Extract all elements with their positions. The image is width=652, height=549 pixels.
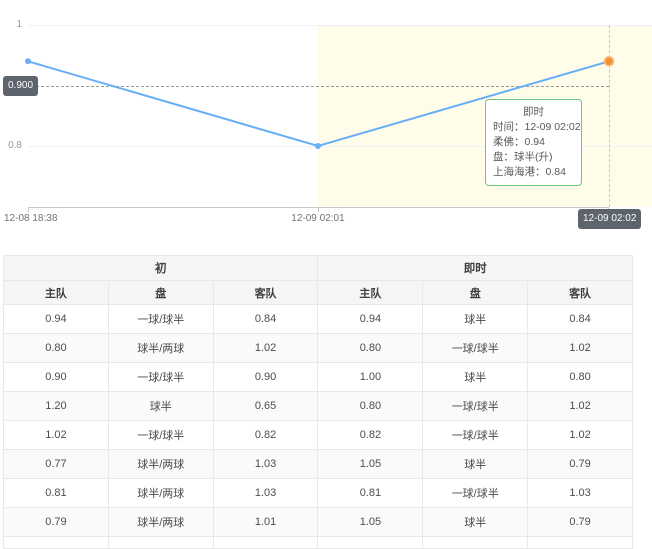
odds-cell: 1.02 [528, 334, 633, 363]
odds-cell: 1.03 [213, 450, 318, 479]
odds-cell: 0.77 [4, 450, 109, 479]
odds-cell: 一球/球半 [423, 334, 528, 363]
x-axis-label-start: 12-08 18:38 [4, 213, 57, 224]
odds-cell: 0.84 [528, 305, 633, 334]
odds-cell: 1.02 [4, 421, 109, 450]
odds-cell: 0.80 [318, 392, 423, 421]
column-header: 主队 [4, 281, 109, 305]
odds-cell: 球半 [108, 392, 213, 421]
tooltip-handicap: 盘：球半(升) [493, 150, 574, 165]
odds-cell [318, 537, 423, 549]
odds-cell: 1.02 [213, 334, 318, 363]
odds-cell: 一球/球半 [423, 392, 528, 421]
odds-cell: 0.80 [528, 363, 633, 392]
x-axis-label-mid: 12-09 02:01 [285, 213, 351, 224]
odds-cell: 球半 [423, 305, 528, 334]
odds-cell: 一球/球半 [108, 421, 213, 450]
odds-cell [423, 537, 528, 549]
odds-cell: 1.00 [318, 363, 423, 392]
odds-cell: 球半/两球 [108, 479, 213, 508]
odds-cell: 0.81 [4, 479, 109, 508]
odds-cell [213, 537, 318, 549]
y-axis-label-top: 1 [8, 19, 22, 30]
odds-cell: 1.01 [213, 508, 318, 537]
odds-cell [108, 537, 213, 549]
table-column-row: 主队盘客队主队盘客队 [4, 281, 633, 305]
odds-cell: 0.81 [318, 479, 423, 508]
odds-cell: 球半 [423, 363, 528, 392]
x-axis-badge-current: 12-09 02:02 [578, 209, 641, 229]
table-row: 0.80球半/两球1.020.80一球/球半1.02 [4, 334, 633, 363]
odds-cell [4, 537, 109, 549]
odds-cell: 球半/两球 [108, 508, 213, 537]
tooltip-home-odds: 柔佛：0.94 [493, 135, 574, 150]
odds-cell: 一球/球半 [108, 305, 213, 334]
table-row: 0.90一球/球半0.901.00球半0.80 [4, 363, 633, 392]
column-header: 盘 [423, 281, 528, 305]
table-row: 1.20球半0.650.80一球/球半1.02 [4, 392, 633, 421]
odds-trend-chart[interactable]: 1 0.8 0.900 12-08 18:38 12-09 02:01 12-0… [0, 0, 652, 240]
odds-cell: 一球/球半 [108, 363, 213, 392]
table-row: 0.81球半/两球1.030.81一球/球半1.03 [4, 479, 633, 508]
table-group-row: 初即时 [4, 256, 633, 281]
odds-cell: 0.80 [4, 334, 109, 363]
column-header: 客队 [213, 281, 318, 305]
odds-cell: 1.05 [318, 508, 423, 537]
odds-cell: 1.20 [4, 392, 109, 421]
column-header: 主队 [318, 281, 423, 305]
table-body: 0.94一球/球半0.840.94球半0.840.80球半/两球1.020.80… [4, 305, 633, 549]
odds-cell: 1.03 [528, 479, 633, 508]
odds-cell: 1.05 [318, 450, 423, 479]
odds-cell: 一球/球半 [423, 479, 528, 508]
chart-tooltip: 即时 时间：12-09 02:02 柔佛：0.94 盘：球半(升) 上海海港：0… [485, 99, 582, 186]
odds-cell: 0.90 [4, 363, 109, 392]
odds-cell: 0.80 [318, 334, 423, 363]
odds-cell: 0.84 [213, 305, 318, 334]
odds-cell: 0.94 [318, 305, 423, 334]
column-header: 盘 [108, 281, 213, 305]
handicap-odds-table: 初即时 主队盘客队主队盘客队 0.94一球/球半0.840.94球半0.840.… [3, 255, 633, 549]
odds-cell: 0.79 [528, 450, 633, 479]
y-axis-label-bottom: 0.8 [6, 140, 22, 151]
odds-cell: 球半/两球 [108, 334, 213, 363]
group-header-initial: 初 [4, 256, 318, 281]
table-row-partial [4, 537, 633, 549]
current-point-marker [605, 57, 614, 66]
data-point-marker [25, 58, 31, 64]
odds-cell: 0.82 [318, 421, 423, 450]
y-value-badge: 0.900 [3, 76, 38, 96]
odds-cell: 1.02 [528, 392, 633, 421]
odds-cell: 0.79 [528, 508, 633, 537]
odds-cell: 0.82 [213, 421, 318, 450]
odds-cell: 1.03 [213, 479, 318, 508]
tooltip-title: 即时 [493, 105, 574, 120]
odds-cell: 球半 [423, 508, 528, 537]
table-row: 0.77球半/两球1.031.05球半0.79 [4, 450, 633, 479]
odds-cell: 一球/球半 [423, 421, 528, 450]
odds-table-wrapper: 初即时 主队盘客队主队盘客队 0.94一球/球半0.840.94球半0.840.… [3, 255, 652, 549]
data-point-marker [315, 143, 321, 149]
odds-cell: 0.90 [213, 363, 318, 392]
odds-cell: 0.94 [4, 305, 109, 334]
table-row: 0.79球半/两球1.011.05球半0.79 [4, 508, 633, 537]
odds-cell: 1.02 [528, 421, 633, 450]
tooltip-away-odds: 上海海港：0.84 [493, 165, 574, 180]
tooltip-time: 时间：12-09 02:02 [493, 120, 574, 135]
odds-cell: 0.65 [213, 392, 318, 421]
odds-cell: 0.79 [4, 508, 109, 537]
table-row: 0.94一球/球半0.840.94球半0.84 [4, 305, 633, 334]
group-header-live: 即时 [318, 256, 633, 281]
odds-cell: 球半/两球 [108, 450, 213, 479]
odds-cell [528, 537, 633, 549]
column-header: 客队 [528, 281, 633, 305]
odds-cell: 球半 [423, 450, 528, 479]
table-row: 1.02一球/球半0.820.82一球/球半1.02 [4, 421, 633, 450]
